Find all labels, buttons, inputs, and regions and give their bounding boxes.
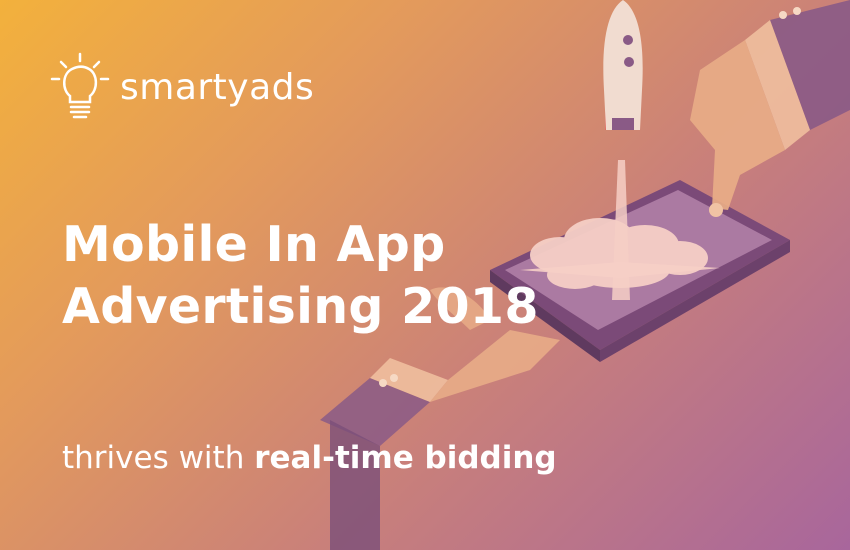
cuff-button (779, 11, 787, 19)
cuff-button (379, 379, 387, 387)
cuff-button (793, 7, 801, 15)
tagline: thrives with real-time bidding (62, 440, 557, 477)
rocket-window (623, 35, 633, 45)
headline-line-2: Advertising 2018 (62, 278, 539, 335)
brand-name: smartyads (120, 67, 315, 108)
cuff-button (390, 374, 398, 382)
brand-logo: smartyads (48, 52, 314, 124)
page-title: Mobile In App Advertising 2018 (62, 214, 622, 338)
holding-hand (430, 330, 560, 402)
rocket (603, 0, 643, 130)
tagline-emphasis: real-time bidding (254, 440, 557, 476)
ad-banner: smartyads Mobile In App Advertising 2018… (0, 0, 850, 550)
lightbulb-icon (50, 52, 110, 119)
rocket-window (624, 57, 634, 67)
fingertip (709, 203, 723, 217)
tagline-prefix: thrives with (62, 440, 255, 476)
headline-line-1: Mobile In App (62, 216, 446, 273)
